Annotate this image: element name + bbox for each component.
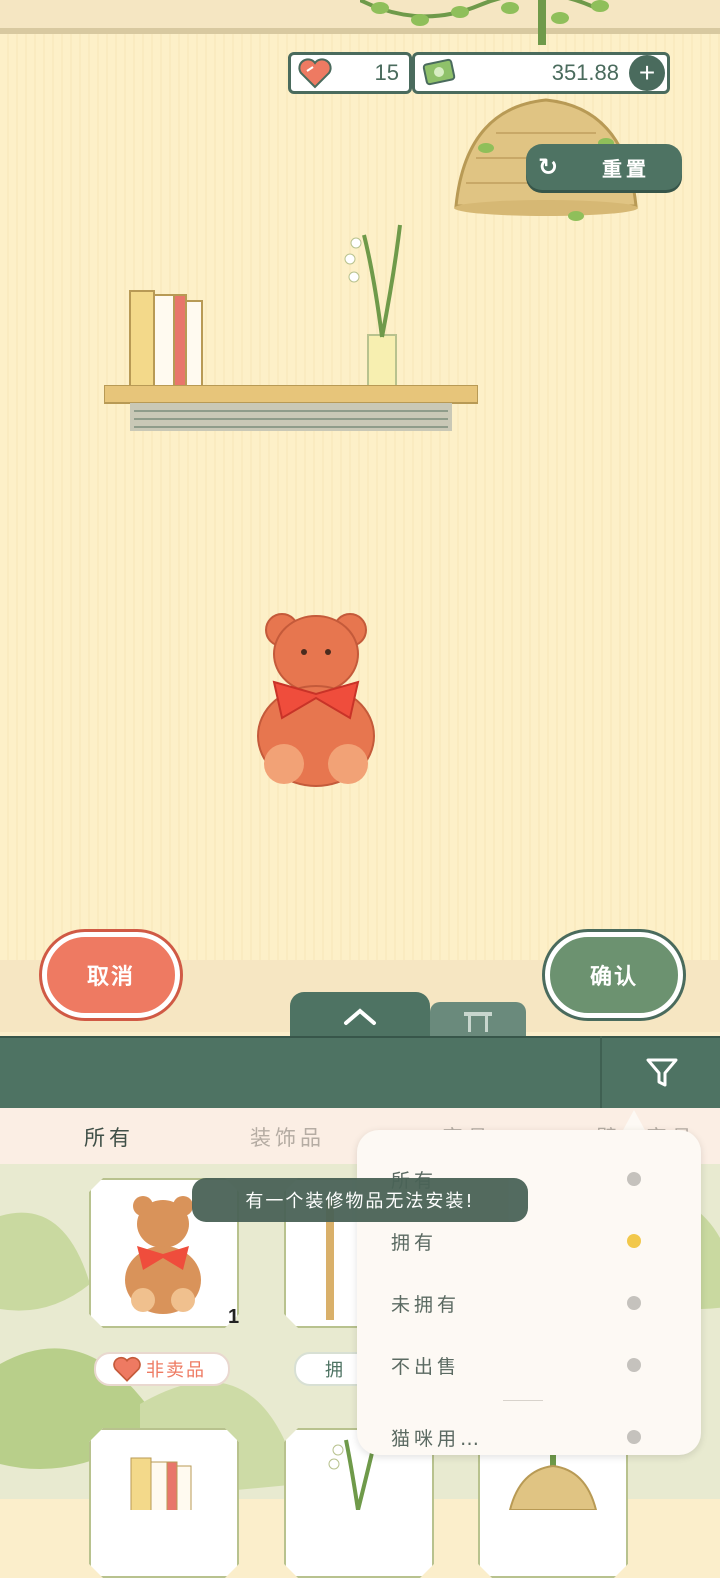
confirm-button[interactable]: 确认 <box>545 932 683 1018</box>
category-decor[interactable]: 装饰品 <box>250 1122 325 1152</box>
item-card-books[interactable] <box>89 1428 239 1578</box>
filter-radio-cat[interactable] <box>627 1430 641 1444</box>
hearts-counter: 15 <box>288 52 412 94</box>
money-icon <box>422 58 456 86</box>
wall-shelf <box>104 385 478 431</box>
heart-icon <box>298 58 332 89</box>
add-money-button[interactable]: + <box>629 55 665 91</box>
filter-menu-arrow <box>622 1110 646 1132</box>
filter-radio-all[interactable] <box>627 1172 641 1186</box>
filter-option-not-for-sale[interactable]: 不出售 <box>391 1352 460 1379</box>
teddy-bear-placed[interactable] <box>254 608 378 790</box>
category-all[interactable]: 所有 <box>84 1122 134 1152</box>
hearts-value: 15 <box>374 60 399 85</box>
reset-label: 重置 <box>602 156 650 181</box>
books-and-flower-vase <box>129 224 402 388</box>
filter-option-not-owned[interactable]: 未拥有 <box>391 1290 460 1317</box>
hanging-vine <box>360 0 609 45</box>
reset-button[interactable]: ↻ 重置 <box>526 144 682 190</box>
filter-button[interactable] <box>600 1036 720 1108</box>
filter-radio-not-owned[interactable] <box>627 1296 641 1310</box>
furniture-tab[interactable] <box>430 1002 526 1040</box>
filter-option-owned[interactable]: 拥有 <box>391 1228 437 1255</box>
money-value: 351.88 <box>551 60 619 85</box>
filter-radio-owned[interactable] <box>627 1234 641 1248</box>
cancel-button[interactable]: 取消 <box>42 932 180 1018</box>
filter-radio-not-for-sale[interactable] <box>627 1358 641 1372</box>
not-for-sale-label: 非卖品 <box>146 1360 206 1381</box>
toast-message: 有一个装修物品无法安装! <box>192 1178 528 1222</box>
chevron-up-icon <box>344 1008 376 1025</box>
expand-panel-tab[interactable] <box>290 992 430 1040</box>
heart-icon <box>113 1356 141 1382</box>
funnel-icon <box>646 1058 678 1087</box>
filter-menu-divider <box>503 1400 543 1401</box>
not-for-sale-tag: 非卖品 <box>94 1352 230 1386</box>
table-icon <box>464 1012 492 1032</box>
filter-option-cat[interactable]: 猫咪用… <box>391 1424 483 1451</box>
books-thumbnail <box>91 1430 237 1510</box>
item-count: 1 <box>228 1306 240 1328</box>
refresh-icon: ↻ <box>537 153 559 181</box>
